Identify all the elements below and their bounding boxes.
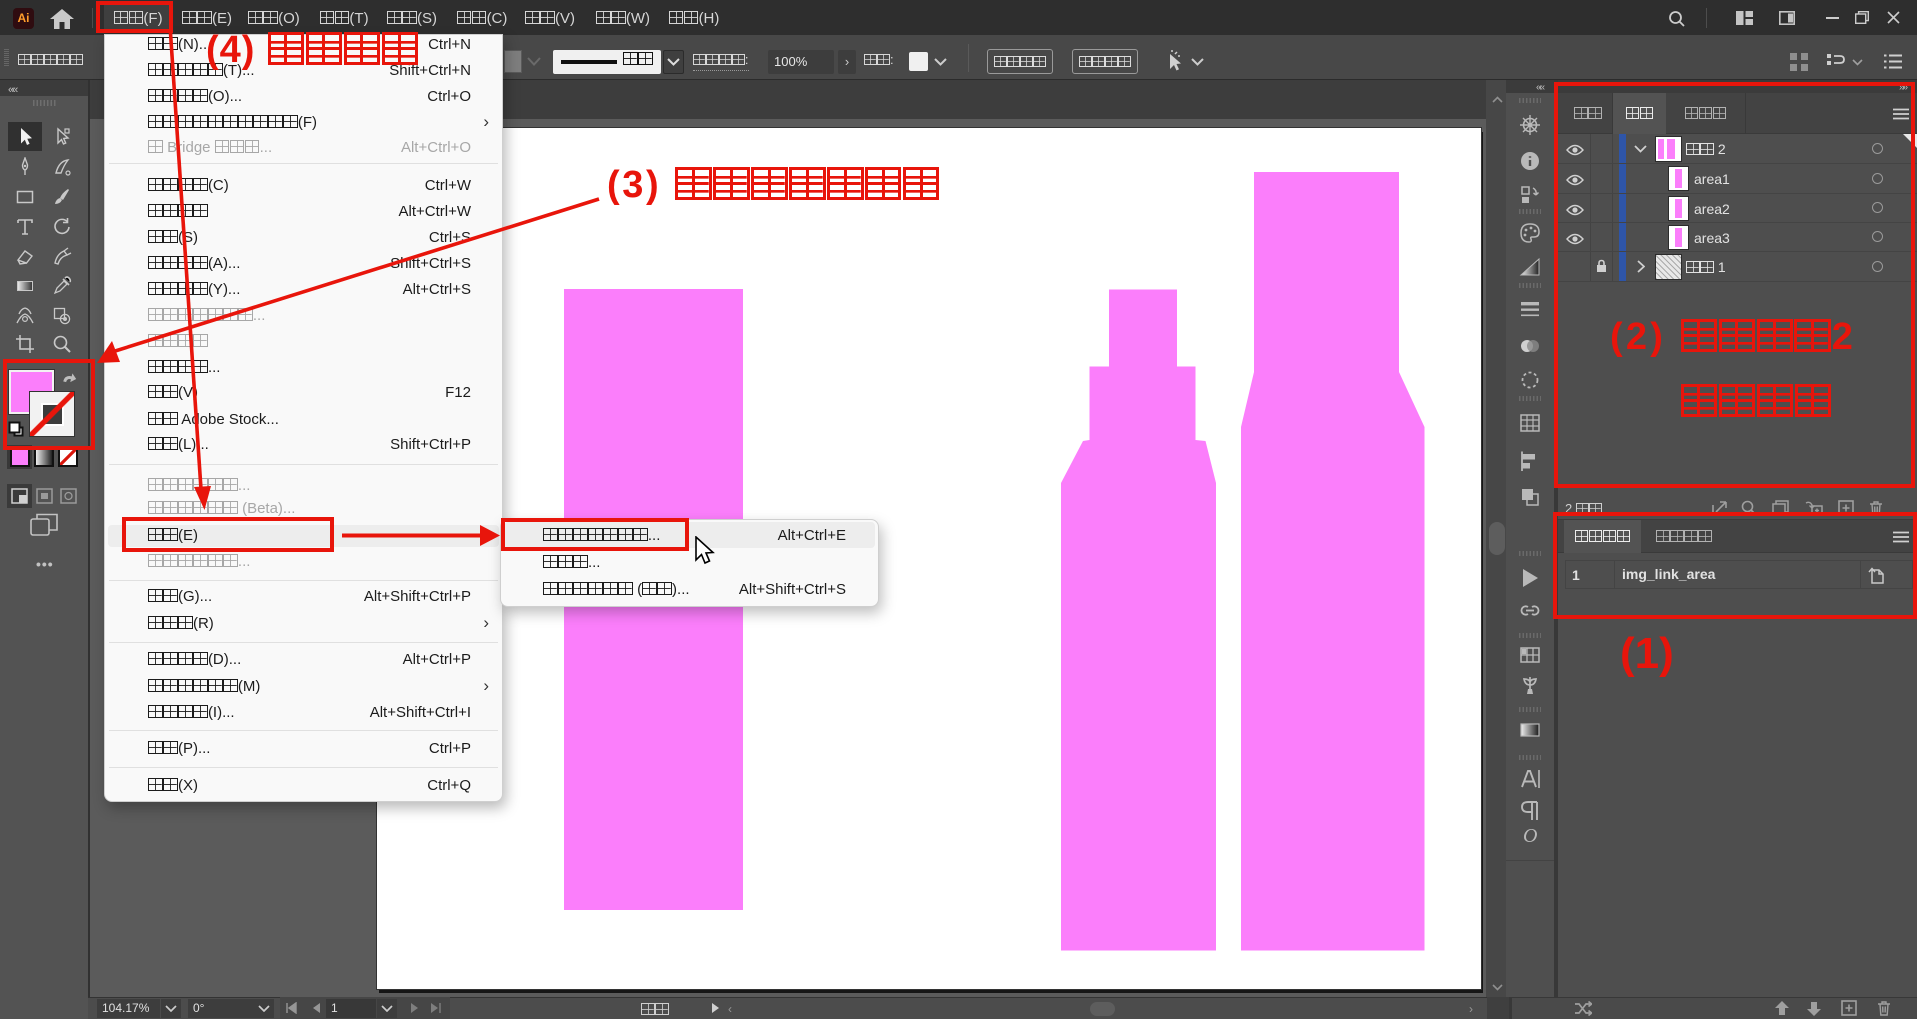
svg-text:O: O (1523, 825, 1537, 847)
